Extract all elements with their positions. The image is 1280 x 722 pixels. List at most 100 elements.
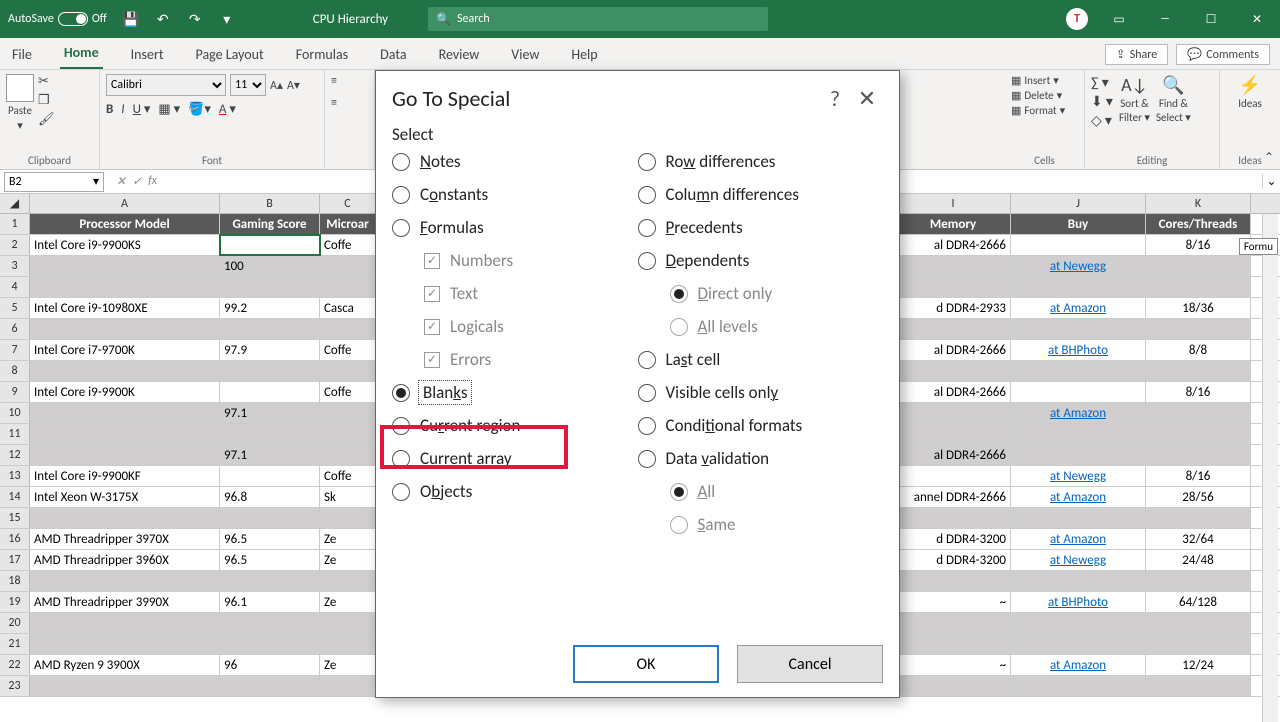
cell[interactable] <box>320 256 376 276</box>
close-icon[interactable]: ✕ <box>1234 0 1280 38</box>
cut-icon[interactable]: ✂ <box>38 74 55 89</box>
underline-button[interactable]: U ▾ <box>133 102 151 117</box>
cell[interactable] <box>220 508 320 528</box>
cell[interactable]: AMD Ryzen 9 3900X <box>30 655 220 675</box>
tab-home[interactable]: Home <box>60 38 103 69</box>
cell[interactable] <box>1146 403 1251 423</box>
cell[interactable] <box>896 571 1011 591</box>
row-head[interactable]: 16 <box>0 529 30 549</box>
row-head[interactable]: 8 <box>0 361 30 381</box>
cell[interactable]: 32/64 <box>1146 529 1251 549</box>
undo-icon[interactable]: ↶ <box>151 7 175 31</box>
cell[interactable] <box>220 319 320 339</box>
cell[interactable]: Ze <box>320 592 376 612</box>
cell[interactable] <box>320 445 376 465</box>
cell[interactable]: Coffe <box>320 340 376 360</box>
cell[interactable]: 97.1 <box>220 445 320 465</box>
cell[interactable]: AMD Threadripper 3970X <box>30 529 220 549</box>
cell[interactable]: 96.1 <box>220 592 320 612</box>
cell[interactable] <box>1146 361 1251 381</box>
ideas-button[interactable]: ⚡Ideas <box>1226 74 1274 110</box>
cell[interactable] <box>30 361 220 381</box>
row-head[interactable]: 5 <box>0 298 30 318</box>
cell[interactable] <box>896 613 1011 633</box>
row-head[interactable]: 6 <box>0 319 30 339</box>
clear-icon[interactable]: ◇ ▾ <box>1091 112 1112 129</box>
cell[interactable] <box>1011 424 1146 444</box>
col-head-j[interactable]: J <box>1011 194 1146 213</box>
comments-button[interactable]: 💬Comments <box>1176 44 1270 65</box>
tab-insert[interactable]: Insert <box>127 40 168 69</box>
row-head[interactable]: 1 <box>0 214 30 234</box>
tab-page-layout[interactable]: Page Layout <box>192 40 268 69</box>
cell[interactable]: Processor Model <box>30 214 220 234</box>
ribbon-display-icon[interactable]: ▭ <box>1096 0 1142 38</box>
cell[interactable] <box>1146 571 1251 591</box>
cell[interactable] <box>1146 613 1251 633</box>
font-name-select[interactable]: Calibri <box>106 74 226 96</box>
row-head[interactable]: 7 <box>0 340 30 360</box>
cell[interactable] <box>30 445 220 465</box>
cell[interactable]: at Newegg <box>1011 550 1146 570</box>
cell[interactable]: Coffe <box>320 235 376 255</box>
cell[interactable]: 99.2 <box>220 298 320 318</box>
cell[interactable] <box>1011 508 1146 528</box>
sort-filter-button[interactable]: A↓Sort &Filter ▾ <box>1119 74 1150 129</box>
cell[interactable] <box>1011 571 1146 591</box>
cell[interactable] <box>220 676 320 696</box>
col-head-c[interactable]: C <box>320 194 376 213</box>
cell[interactable]: at Newegg <box>1011 256 1146 276</box>
row-head[interactable]: 12 <box>0 445 30 465</box>
row-head[interactable]: 13 <box>0 466 30 486</box>
cell[interactable] <box>1011 361 1146 381</box>
cell[interactable] <box>320 613 376 633</box>
cell[interactable] <box>896 403 1011 423</box>
cell[interactable]: Intel Xeon W-3175X <box>30 487 220 507</box>
cell[interactable] <box>320 403 376 423</box>
cell[interactable] <box>30 256 220 276</box>
cell[interactable] <box>220 382 320 402</box>
cell[interactable] <box>1011 319 1146 339</box>
cell[interactable]: Coffe <box>320 382 376 402</box>
redo-icon[interactable]: ↷ <box>183 7 207 31</box>
cell[interactable]: 18/36 <box>1146 298 1251 318</box>
insert-cells-button[interactable]: ▦ Insert ▾ <box>1011 74 1059 87</box>
row-head[interactable]: 17 <box>0 550 30 570</box>
cell[interactable]: ~ <box>896 592 1011 612</box>
cell[interactable] <box>1011 634 1146 654</box>
cell[interactable]: AMD Threadripper 3960X <box>30 550 220 570</box>
cell[interactable]: Intel Core i9-9900KS <box>30 235 220 255</box>
cell[interactable] <box>1146 424 1251 444</box>
cancel-entry-icon[interactable]: ✕ <box>116 174 126 189</box>
cell[interactable]: d DDR4-2933 <box>896 298 1011 318</box>
find-select-button[interactable]: 🔍Find &Select ▾ <box>1156 74 1191 129</box>
copy-icon[interactable]: ❐ <box>38 93 55 108</box>
align-top-icon[interactable]: ≡ <box>331 74 337 88</box>
cell[interactable]: Ze <box>320 529 376 549</box>
cell[interactable]: 64/128 <box>1146 592 1251 612</box>
cell[interactable] <box>30 634 220 654</box>
cell[interactable]: al DDR4-2666 <box>896 382 1011 402</box>
bold-button[interactable]: B <box>106 102 113 117</box>
cell[interactable]: al DDR4-2666 <box>896 340 1011 360</box>
cell[interactable] <box>1011 676 1146 696</box>
cell[interactable]: at Newegg <box>1011 466 1146 486</box>
cell[interactable] <box>1146 676 1251 696</box>
cell[interactable] <box>220 466 320 486</box>
qat-customize-icon[interactable]: ▾ <box>215 7 239 31</box>
radio-dependents[interactable]: Dependents <box>638 250 884 271</box>
cell[interactable]: 8/16 <box>1146 382 1251 402</box>
row-head[interactable]: 18 <box>0 571 30 591</box>
cell[interactable] <box>320 361 376 381</box>
radio-cond-fmt[interactable]: Conditional formats <box>638 415 884 436</box>
tab-data[interactable]: Data <box>376 40 410 69</box>
cell[interactable] <box>30 613 220 633</box>
borders-button[interactable]: ▦ ▾ <box>158 102 180 117</box>
cell[interactable] <box>220 571 320 591</box>
row-head[interactable]: 14 <box>0 487 30 507</box>
row-head[interactable]: 3 <box>0 256 30 276</box>
cell[interactable] <box>1146 277 1251 297</box>
cell[interactable]: Intel Core i9-10980XE <box>30 298 220 318</box>
italic-button[interactable]: I <box>121 102 124 117</box>
cell[interactable]: Coffe <box>320 466 376 486</box>
